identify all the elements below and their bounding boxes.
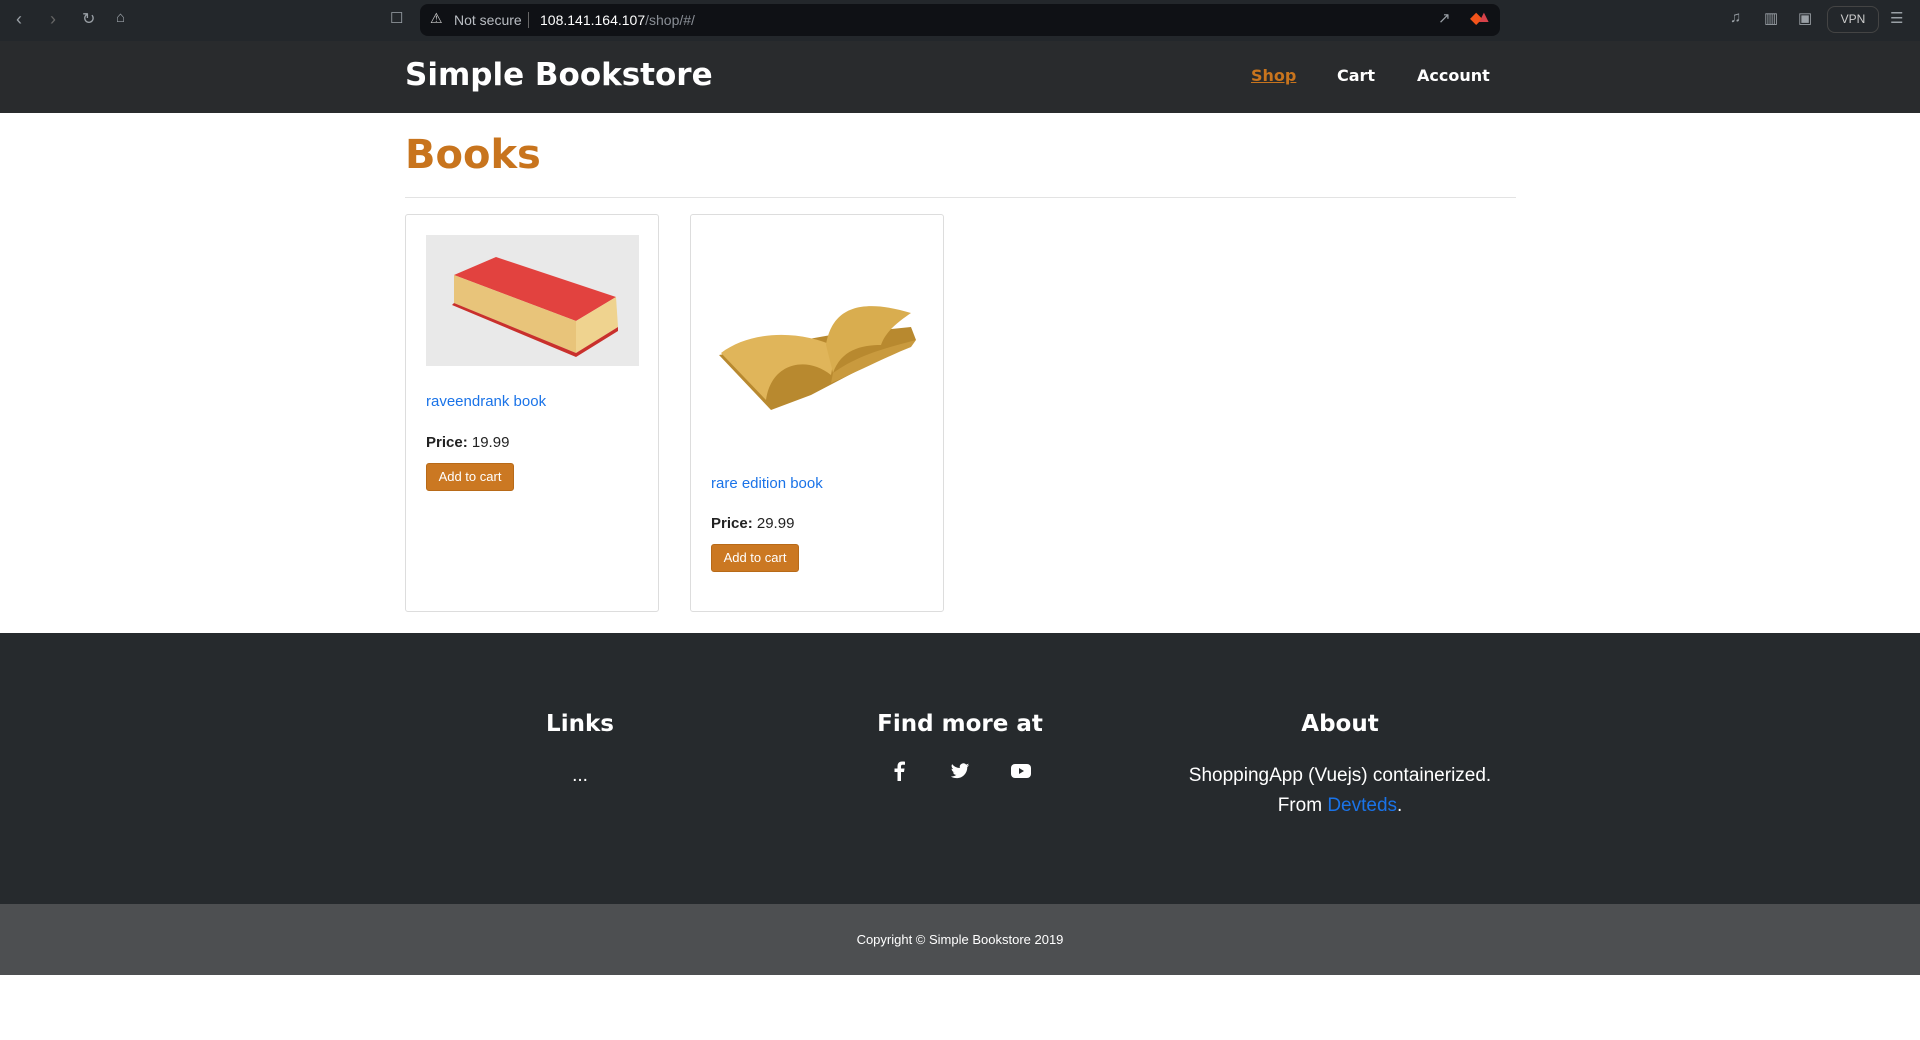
- devteds-link[interactable]: Devteds: [1327, 795, 1397, 816]
- nav-account[interactable]: Account: [1417, 66, 1490, 85]
- price-value: 19.99: [471, 434, 510, 451]
- product-card: rare edition book Price: 29.99 Add to ca…: [690, 214, 944, 612]
- reload-icon[interactable]: ↻: [82, 9, 95, 29]
- brand-logo[interactable]: Simple Bookstore: [405, 57, 713, 93]
- forward-icon[interactable]: ›: [50, 9, 56, 30]
- product-price: Price: 19.99: [426, 434, 509, 451]
- vpn-label: VPN: [1840, 12, 1866, 26]
- product-price: Price: 29.99: [711, 515, 794, 532]
- youtube-icon[interactable]: [1010, 761, 1031, 781]
- bookmark-icon[interactable]: ☐: [390, 9, 403, 27]
- period: .: [1397, 795, 1403, 816]
- url-host: 108.141.164.107: [540, 12, 646, 28]
- footer-links-text: ...: [572, 765, 588, 786]
- twitter-icon[interactable]: [950, 761, 970, 781]
- brave-rewards-triangle-icon[interactable]: ▲: [1476, 9, 1492, 27]
- footer-social: Find more at: [775, 711, 1145, 781]
- price-label: Price:: [426, 434, 468, 451]
- price-value: 29.99: [756, 515, 795, 532]
- product-name-link[interactable]: raveendrank book: [426, 393, 546, 410]
- site-footer: Links ... Find more at About ShoppingApp…: [0, 633, 1920, 904]
- security-label: Not secure: [454, 12, 522, 28]
- url-text: 108.141.164.107/shop/#/: [540, 12, 695, 28]
- address-bar[interactable]: ⚠ Not secure 108.141.164.107/shop/#/ ↗ ◆…: [420, 4, 1500, 36]
- sidebar-icon[interactable]: ▥: [1764, 9, 1778, 27]
- divider: [528, 12, 529, 28]
- copyright-text: Copyright © Simple Bookstore 2019: [856, 932, 1064, 947]
- site-header: Simple Bookstore Shop Cart Account: [0, 41, 1920, 113]
- nav-cart[interactable]: Cart: [1337, 66, 1375, 85]
- open-golden-book-image: [719, 306, 916, 410]
- from-label: From: [1277, 795, 1323, 816]
- footer-about: About ShoppingApp (Vuejs) containerized.…: [1155, 711, 1525, 821]
- media-icon[interactable]: ♫: [1730, 9, 1741, 26]
- url-path: /shop/#/: [645, 12, 695, 28]
- warning-icon: ⚠: [430, 10, 443, 26]
- product-card: raveendrank book Price: 19.99 Add to car…: [405, 214, 659, 612]
- about-from: From Devteds.: [1155, 791, 1525, 821]
- red-book-image: [426, 235, 639, 366]
- share-icon[interactable]: ↗: [1438, 9, 1451, 27]
- add-to-cart-button[interactable]: Add to cart: [426, 463, 514, 491]
- browser-toolbar: ‹ › ↻ ⌂ ☐ ⚠ Not secure 108.141.164.107/s…: [0, 0, 1920, 41]
- price-label: Price:: [711, 515, 753, 532]
- home-icon[interactable]: ⌂: [116, 9, 125, 26]
- footer-heading: Links: [546, 711, 614, 737]
- footer-heading: About: [1301, 711, 1379, 737]
- facebook-icon[interactable]: [890, 761, 910, 781]
- footer-links: Links ...: [395, 711, 765, 791]
- back-icon[interactable]: ‹: [16, 9, 22, 30]
- divider: [405, 197, 1516, 198]
- copyright-bar: Copyright © Simple Bookstore 2019: [0, 904, 1920, 975]
- product-name-link[interactable]: rare edition book: [711, 475, 823, 492]
- about-text: ShoppingApp (Vuejs) containerized.: [1188, 765, 1492, 786]
- page-title: Books: [405, 132, 541, 178]
- nav-shop[interactable]: Shop: [1251, 66, 1296, 85]
- footer-heading: Find more at: [877, 711, 1043, 737]
- wallet-icon[interactable]: ▣: [1798, 9, 1812, 27]
- add-to-cart-button[interactable]: Add to cart: [711, 544, 799, 572]
- menu-icon[interactable]: ☰: [1890, 9, 1903, 27]
- vpn-button[interactable]: VPN: [1827, 6, 1879, 33]
